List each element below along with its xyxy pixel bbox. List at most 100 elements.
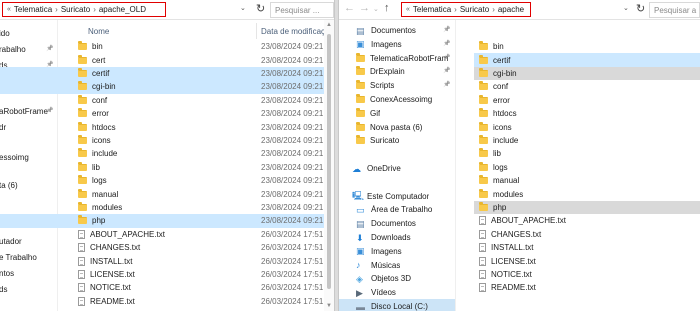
file-row[interactable]: INSTALL.txt 26/03/2024 17:51 <box>0 254 324 267</box>
folder-row[interactable]: logs <box>474 161 700 174</box>
sidebar-item[interactable]: ▤ Documentos <box>339 216 455 231</box>
folder-row[interactable]: manual 23/08/2024 09:21 <box>0 187 324 200</box>
file-name: LICENSE.txt <box>90 269 135 279</box>
folder-row[interactable]: certif 23/08/2024 09:21 <box>0 66 324 81</box>
refresh-icon[interactable]: ↻ <box>256 2 265 15</box>
sidebar-item[interactable]: ido <box>0 26 57 41</box>
sidebar-item[interactable]: ▤ Documentos <box>339 23 455 38</box>
row-name: lib <box>479 148 501 158</box>
search-input[interactable]: Pesquisar ... <box>270 2 334 18</box>
breadcrumb-item[interactable]: Suricato <box>61 5 90 14</box>
right-breadcrumb[interactable]: « Telematica › Suricato › apache <box>401 2 531 17</box>
back-arrow-icon[interactable]: ← <box>344 2 355 14</box>
breadcrumb-item[interactable]: apache <box>498 5 524 14</box>
folder-row[interactable]: bin <box>474 40 700 53</box>
videos-icon: ▶ <box>356 287 363 298</box>
folder-row[interactable]: bin 23/08/2024 09:21 <box>0 40 324 53</box>
file-row[interactable]: LICENSE.txt 26/03/2024 17:51 <box>0 268 324 281</box>
sidebar-item[interactable]: DrExplain <box>339 64 455 79</box>
file-row[interactable]: LICENSE.txt <box>474 254 700 267</box>
chevron-down-icon[interactable]: ⌄ <box>623 4 629 12</box>
sidebar-item[interactable]: Gif <box>339 106 455 121</box>
search-input[interactable]: Pesquisar a <box>649 2 700 18</box>
breadcrumb-item[interactable]: Telematica <box>413 5 451 14</box>
row-name: php <box>78 215 105 225</box>
folder-row[interactable]: conf 23/08/2024 09:21 <box>0 94 324 107</box>
row-name: icons <box>78 134 111 145</box>
folder-row[interactable]: logs 23/08/2024 09:21 <box>0 174 324 187</box>
sidebar-item-label: Disco Local (C:) <box>371 302 428 311</box>
column-header-name[interactable]: Nome <box>88 23 109 39</box>
forward-arrow-icon[interactable]: → <box>359 2 370 14</box>
scroll-thumb[interactable] <box>327 34 331 289</box>
sidebar-item[interactable]: ▬ Disco Local (C:) <box>339 299 455 311</box>
up-arrow-icon[interactable]: ↑ <box>384 2 390 14</box>
folder-icon <box>479 175 488 185</box>
file-row[interactable]: NOTICE.txt 26/03/2024 17:51 <box>0 281 324 294</box>
documents-icon: ▤ <box>356 25 365 36</box>
folder-row[interactable]: lib <box>474 147 700 160</box>
folder-row[interactable]: error 23/08/2024 09:21 <box>0 107 324 120</box>
text-file-icon <box>78 269 85 279</box>
recent-chevron-icon[interactable]: ⌄ <box>373 5 379 13</box>
folder-icon <box>78 134 87 144</box>
sidebar-item[interactable]: Scripts <box>339 78 455 93</box>
folder-row[interactable]: manual <box>474 174 700 187</box>
folder-row[interactable]: include 23/08/2024 09:21 <box>0 147 324 160</box>
folder-icon <box>479 54 488 64</box>
folder-row[interactable]: certif <box>474 53 700 67</box>
folder-row[interactable]: php <box>474 200 700 215</box>
file-row[interactable]: NOTICE.txt <box>474 268 700 281</box>
folder-row[interactable]: error <box>474 94 700 107</box>
sidebar-item[interactable]: ◈ Objetos 3D <box>339 271 455 286</box>
row-name: icons <box>479 121 512 132</box>
sidebar-item[interactable]: ♪ Músicas <box>339 258 455 273</box>
file-row[interactable]: CHANGES.txt 26/03/2024 17:51 <box>0 241 324 254</box>
folder-row[interactable]: htdocs <box>474 107 700 120</box>
folder-row[interactable]: include <box>474 134 700 147</box>
sidebar-item[interactable]: Nova pasta (6) <box>339 120 455 135</box>
breadcrumb-item[interactable]: Suricato <box>460 5 489 14</box>
chevron-down-icon[interactable]: ⌄ <box>240 4 246 12</box>
folder-row[interactable]: lib 23/08/2024 09:21 <box>0 161 324 174</box>
sidebar-item[interactable]: ▣ Imagens <box>339 37 455 52</box>
sidebar-item[interactable]: TelematicaRobotFrame <box>339 51 455 66</box>
folder-row[interactable]: conf <box>474 80 700 93</box>
folder-row[interactable]: modules <box>474 187 700 200</box>
modified-date: 23/08/2024 09:21 <box>261 162 324 172</box>
sidebar-item[interactable]: 🖳 Este Computador <box>339 189 455 204</box>
folder-row[interactable]: cert 23/08/2024 09:21 <box>0 53 324 66</box>
sidebar-item[interactable]: ☁ OneDrive <box>339 161 455 176</box>
scroll-down-icon[interactable]: ▼ <box>326 303 332 309</box>
left-scrollbar[interactable]: ▲ ▼ <box>324 20 334 311</box>
file-row[interactable]: ABOUT_APACHE.txt 26/03/2024 17:51 <box>0 228 324 241</box>
folder-row[interactable]: php 23/08/2024 09:21 <box>0 214 324 228</box>
sidebar-item[interactable]: Suricato <box>339 133 455 148</box>
folder-row[interactable]: modules 23/08/2024 09:21 <box>0 201 324 214</box>
breadcrumb-item[interactable]: apache_OLD <box>99 5 146 14</box>
search-placeholder: Pesquisar ... <box>275 5 320 15</box>
folder-icon <box>479 161 488 171</box>
file-row[interactable]: INSTALL.txt <box>474 241 700 254</box>
folder-row[interactable]: icons 23/08/2024 09:21 <box>0 134 324 147</box>
sidebar-item[interactable]: ▶ Vídeos <box>339 285 455 300</box>
scroll-up-icon[interactable]: ▲ <box>326 22 332 28</box>
folder-row[interactable]: icons <box>474 120 700 133</box>
file-row[interactable]: README.txt 26/03/2024 17:51 <box>0 295 324 308</box>
sidebar-item[interactable]: ▭ Área de Trabalho <box>339 202 455 217</box>
folder-row[interactable]: cgi-bin 23/08/2024 09:21 <box>0 80 324 94</box>
column-header-date[interactable]: Data de modificação <box>261 23 327 39</box>
folder-row[interactable]: htdocs 23/08/2024 09:21 <box>0 120 324 133</box>
folder-row[interactable]: cgi-bin <box>474 66 700 81</box>
file-row[interactable]: ABOUT_APACHE.txt <box>474 214 700 227</box>
breadcrumb-item[interactable]: Telematica <box>14 5 52 14</box>
sidebar-item[interactable]: ConexAcessoimg <box>339 92 455 107</box>
row-name: htdocs <box>479 108 517 118</box>
file-row[interactable]: README.txt <box>474 281 700 294</box>
left-breadcrumb[interactable]: « Telematica › Suricato › apache_OLD <box>2 2 166 17</box>
sidebar-item[interactable]: ⬇ Downloads <box>339 230 455 245</box>
sidebar-item[interactable]: ▣ Imagens <box>339 244 455 259</box>
refresh-icon[interactable]: ↻ <box>636 2 645 15</box>
file-row[interactable]: CHANGES.txt <box>474 228 700 241</box>
column-separator[interactable] <box>256 23 257 39</box>
